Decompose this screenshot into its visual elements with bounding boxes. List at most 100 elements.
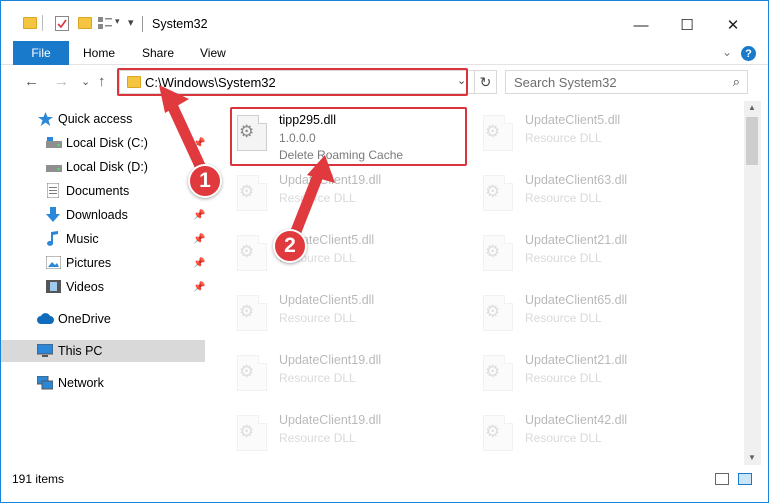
back-button[interactable]: ←: [24, 73, 39, 90]
gear-icon: ⚙: [485, 122, 501, 141]
videos-icon: [46, 280, 61, 293]
properties-icon[interactable]: [55, 16, 69, 31]
gear-icon: ⚙: [485, 422, 501, 441]
list-item[interactable]: ⚙ UpdateClient5.dll Resource DLL: [231, 229, 467, 281]
file-name: UpdateClient19.dll: [279, 413, 382, 427]
status-bar: 191 items: [1, 465, 768, 502]
drive-icon: [46, 161, 62, 174]
scroll-down-icon[interactable]: ▼: [748, 453, 756, 462]
details-view-icon[interactable]: [715, 473, 729, 485]
sidebar-item-videos[interactable]: Videos 📌: [1, 276, 205, 298]
gear-icon: ⚙: [239, 182, 255, 201]
file-type: Resource DLL: [525, 191, 602, 205]
customize-qa-icon[interactable]: ▾: [128, 16, 134, 29]
list-item[interactable]: ⚙ UpdateClient65.dll Resource DLL: [477, 289, 713, 341]
file-type: Resource DLL: [525, 131, 602, 145]
sidebar-item-label: Local Disk (D:): [66, 160, 148, 174]
list-item[interactable]: ⚙ UpdateClient19.dll Resource DLL: [231, 169, 467, 221]
sidebar-item-pictures[interactable]: Pictures 📌: [1, 252, 205, 274]
list-item[interactable]: ⚙ UpdateClient5.dll Resource DLL: [477, 109, 713, 161]
close-button[interactable]: ✕: [710, 11, 756, 39]
maximize-button[interactable]: ☐: [664, 11, 710, 39]
ribbon-tabs: File Home Share View ⌄: [1, 41, 768, 65]
folder-icon: [23, 17, 37, 29]
large-icons-view-icon[interactable]: [738, 473, 752, 485]
gear-icon: ⚙: [239, 422, 255, 441]
tab-share[interactable]: Share: [142, 46, 174, 60]
file-type: Resource DLL: [525, 431, 602, 445]
sidebar-item-music[interactable]: Music 📌: [1, 228, 205, 250]
file-explorer-window: ▾ ▾ System32 — ☐ ✕ File Home Share View …: [0, 0, 769, 503]
forward-button[interactable]: →: [54, 73, 69, 90]
search-box[interactable]: ⌕: [505, 70, 748, 94]
sidebar-item-label: Network: [58, 376, 104, 390]
sidebar-item-label: Pictures: [66, 256, 112, 270]
qa-dropdown-icon[interactable]: ▾: [115, 16, 120, 27]
sidebar-item-label: Quick access: [58, 112, 133, 126]
new-folder-icon[interactable]: [78, 17, 92, 29]
pictures-icon: [45, 255, 62, 270]
file-type: Resource DLL: [525, 311, 602, 325]
item-count: 191 items: [12, 472, 65, 486]
file-name: UpdateClient21.dll: [525, 233, 628, 247]
file-name: UpdateClient19.dll: [279, 353, 382, 367]
gear-icon: ⚙: [485, 302, 501, 321]
help-icon[interactable]: ?: [741, 46, 756, 61]
sidebar-item-downloads[interactable]: Downloads 📌: [1, 204, 205, 226]
sidebar-item-onedrive[interactable]: OneDrive: [1, 308, 205, 330]
list-item[interactable]: ⚙ UpdateClient5.dll Resource DLL: [231, 289, 467, 341]
expand-ribbon-icon[interactable]: ⌄: [722, 45, 732, 59]
gear-icon: ⚙: [485, 182, 501, 201]
gear-icon: ⚙: [485, 362, 501, 381]
up-button[interactable]: ↑: [98, 73, 106, 90]
step-badge-2: 2: [273, 229, 307, 263]
refresh-button[interactable]: ↻: [474, 71, 496, 93]
view-options-icon[interactable]: [98, 17, 112, 29]
scrollbar-thumb[interactable]: [746, 117, 758, 165]
file-type: Resource DLL: [525, 371, 602, 385]
sidebar-item-label: Music: [66, 232, 99, 246]
sidebar-item-this-pc[interactable]: This PC: [1, 340, 205, 362]
gear-icon: ⚙: [485, 242, 501, 261]
list-item[interactable]: ⚙ UpdateClient19.dll Resource DLL: [231, 349, 467, 401]
list-item[interactable]: ⚙ UpdateClient42.dll Resource DLL: [477, 409, 713, 461]
sidebar-item-label: Local Disk (C:): [66, 136, 148, 150]
window-title: System32: [152, 17, 208, 31]
tab-home[interactable]: Home: [83, 46, 115, 60]
pin-icon: 📌: [193, 257, 206, 269]
network-icon: [36, 375, 54, 390]
list-item[interactable]: ⚙ UpdateClient21.dll Resource DLL: [477, 349, 713, 401]
sidebar-item-label: Downloads: [66, 208, 128, 222]
title-divider: [142, 16, 143, 32]
file-name: UpdateClient63.dll: [525, 173, 628, 187]
step-badge-1: 1: [188, 164, 222, 198]
drive-icon: [46, 137, 62, 150]
scroll-up-icon[interactable]: ▲: [748, 103, 756, 112]
tab-view[interactable]: View: [200, 46, 226, 60]
file-name: UpdateClient5.dll: [525, 113, 621, 127]
gear-icon: ⚙: [239, 302, 255, 321]
sidebar-item-label: Documents: [66, 184, 130, 198]
search-input[interactable]: [506, 71, 716, 93]
sidebar-item-label: OneDrive: [58, 312, 111, 326]
file-name: UpdateClient42.dll: [525, 413, 628, 427]
sidebar-item-network[interactable]: Network: [1, 372, 205, 394]
minimize-button[interactable]: —: [618, 11, 664, 39]
title-bar: ▾ ▾ System32 — ☐ ✕: [1, 1, 768, 41]
tab-file[interactable]: File: [13, 41, 69, 65]
list-item[interactable]: ⚙ UpdateClient21.dll Resource DLL: [477, 229, 713, 281]
navigation-bar: ← → ⌄ ↑ C:\Windows\System32 ⌄ ↻ ⌕: [1, 65, 768, 101]
pin-icon: 📌: [193, 233, 206, 245]
gear-icon: ⚙: [239, 242, 255, 261]
recent-locations-button[interactable]: ⌄: [81, 75, 90, 88]
file-type: Resource DLL: [279, 431, 356, 445]
list-item[interactable]: ⚙ UpdateClient19.dll Resource DLL: [231, 409, 467, 461]
documents-icon: [46, 182, 62, 199]
file-type: Resource DLL: [279, 371, 356, 385]
search-icon[interactable]: ⌕: [733, 74, 740, 90]
vertical-scrollbar[interactable]: ▲ ▼: [744, 101, 761, 465]
gear-icon: ⚙: [239, 362, 255, 381]
list-item[interactable]: ⚙ UpdateClient63.dll Resource DLL: [477, 169, 713, 221]
star-icon: [38, 112, 53, 126]
sidebar-item-label: Videos: [66, 280, 104, 294]
